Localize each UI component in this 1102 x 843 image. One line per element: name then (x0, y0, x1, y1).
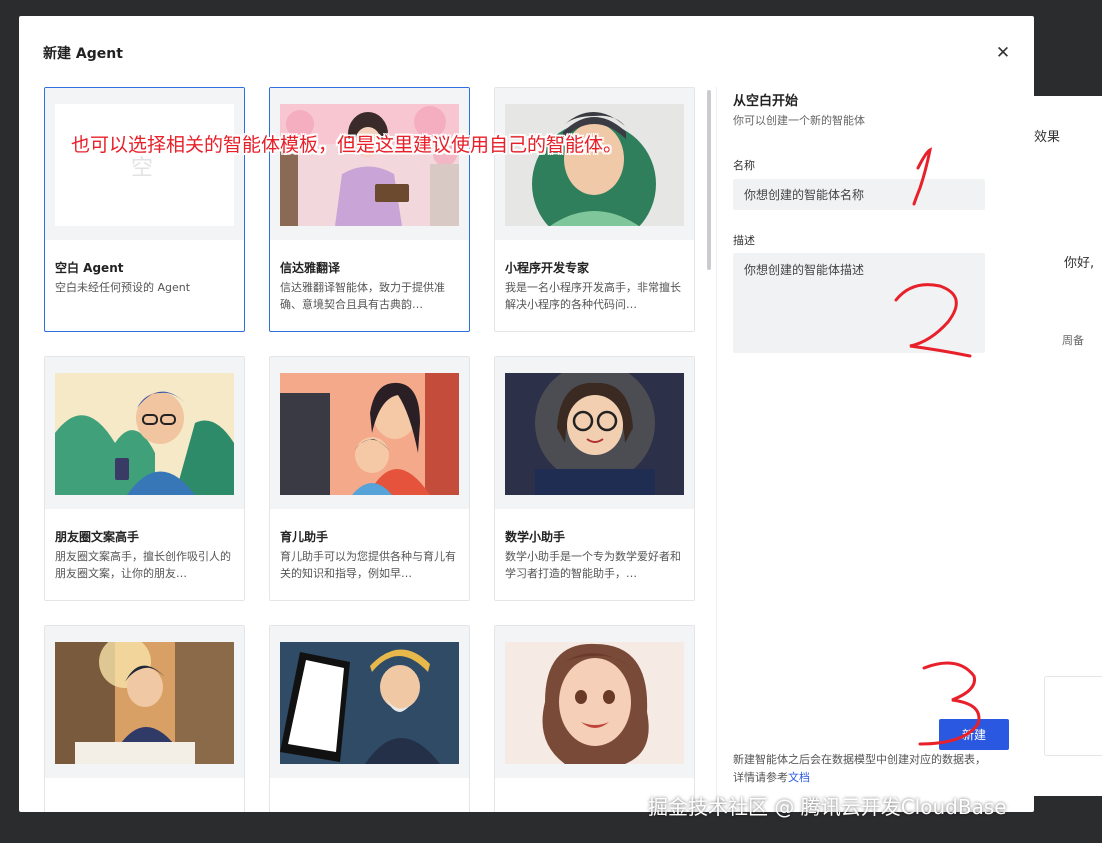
template-name: 小程序开发专家 (505, 261, 590, 275)
agent-name-input[interactable] (733, 179, 985, 210)
form-title: 从空白开始 (733, 94, 799, 109)
create-note-text: 新建智能体之后会在数据模型中创建对应的数据表，详情请参考 (733, 753, 986, 784)
close-button[interactable]: ✕ (993, 44, 1013, 64)
panel-divider (716, 87, 717, 812)
template-thumbnail (495, 626, 694, 778)
name-label: 名称 (733, 159, 755, 172)
math-illustration (505, 373, 684, 495)
watermark: 掘金技术社区 @ 腾讯云开发CloudBase (648, 795, 1007, 819)
agent-description-input[interactable] (733, 253, 985, 353)
template-card-miniprogram[interactable]: 小程序开发专家 我是一名小程序开发高手，非常擅长解决小程序的各种代码问… (494, 87, 695, 332)
student-illustration (55, 642, 234, 764)
parenting-illustration (280, 373, 459, 495)
annotation-text: 也可以选择相关的智能体模板，但是这里建议使用自己的智能体。 (71, 134, 623, 156)
create-note: 新建智能体之后会在数据模型中创建对应的数据表，详情请参考文档 (733, 751, 991, 787)
template-card-math[interactable]: 数学小助手 数学小助手是一个专为数学爱好者和学习者打造的智能助手，… (494, 356, 695, 601)
create-button[interactable]: 新建 (939, 719, 1009, 750)
close-icon: ✕ (995, 43, 1011, 63)
template-thumbnail (45, 357, 244, 509)
template-name: 信达雅翻译 (280, 261, 341, 275)
template-thumbnail: 空 (45, 88, 244, 240)
template-card-translator[interactable]: 信达雅翻译 信达雅翻译智能体，致力于提供准确、意境契合且具有古典韵… (269, 87, 470, 332)
template-desc: 育儿助手可以为您提供各种与育儿有关的知识和指导，例如早… (280, 550, 456, 580)
description-label: 描述 (733, 234, 755, 247)
template-desc: 朋友圈文案高手，擅长创作吸引人的朋友圈文案，让你的朋友… (55, 550, 231, 580)
dialog-title: 新建 Agent (43, 46, 123, 62)
template-thumbnail (270, 88, 469, 240)
template-card-moments-copy[interactable]: 朋友圈文案高手 朋友圈文案高手，擅长创作吸引人的朋友圈文案，让你的朋友… (44, 356, 245, 601)
template-thumbnail (45, 626, 244, 778)
template-card-blank[interactable]: 空 空白 Agent 空白未经任何预设的 Agent (44, 87, 245, 332)
coder-illustration (280, 642, 459, 764)
template-thumbnail (270, 357, 469, 509)
template-card-9[interactable] (494, 625, 695, 812)
background-greeting: 你好, (1064, 256, 1095, 271)
template-name: 朋友圈文案高手 (55, 530, 140, 544)
copywriter-illustration (55, 373, 234, 495)
template-thumbnail (495, 88, 694, 240)
form-subtitle: 你可以创建一个新的智能体 (733, 114, 865, 127)
template-name: 数学小助手 (505, 530, 566, 544)
translator-illustration (280, 104, 459, 226)
template-card-parenting[interactable]: 育儿助手 育儿助手可以为您提供各种与育儿有关的知识和指导，例如早… (269, 356, 470, 601)
template-thumbnail (270, 626, 469, 778)
template-desc: 信达雅翻译智能体，致力于提供准确、意境契合且具有古典韵… (280, 281, 445, 311)
template-desc: 数学小助手是一个专为数学爱好者和学习者打造的智能助手，… (505, 550, 681, 580)
developer-illustration (505, 104, 684, 226)
template-card-8[interactable] (269, 625, 470, 812)
docs-link[interactable]: 文档 (788, 771, 810, 784)
template-desc: 空白未经任何预设的 Agent (55, 281, 191, 294)
woman-illustration (505, 642, 684, 764)
background-effect-label: 效果 (1034, 130, 1061, 145)
template-card-7[interactable] (44, 625, 245, 812)
template-desc: 我是一名小程序开发高手，非常擅长解决小程序的各种代码问… (505, 281, 681, 311)
background-input-box (1044, 676, 1102, 756)
template-thumbnail (495, 357, 694, 509)
template-name: 育儿助手 (280, 530, 329, 544)
template-name: 空白 Agent (55, 261, 124, 275)
template-scrollbar[interactable] (707, 90, 711, 270)
background-misc-text: 周备 (1062, 334, 1084, 347)
template-grid: 空 空白 Agent 空白未经任何预设的 Agent 信达雅翻译 信达雅翻译智能… (44, 87, 704, 812)
